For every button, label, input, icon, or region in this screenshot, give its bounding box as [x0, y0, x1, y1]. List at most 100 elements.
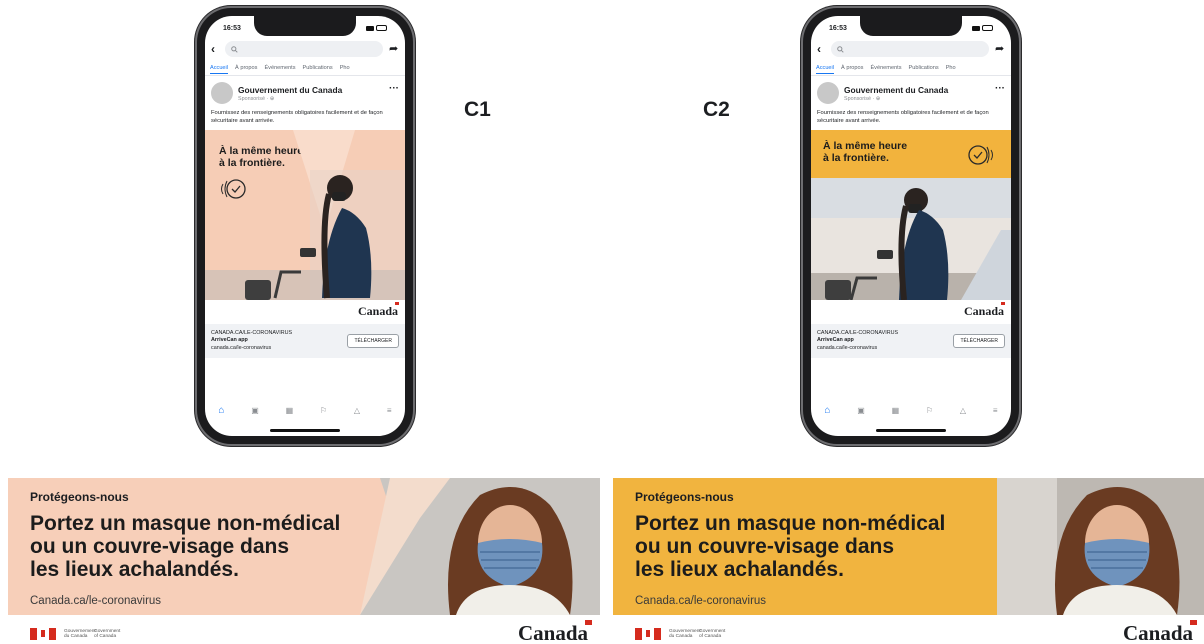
tab-evenements[interactable]: Événements: [870, 65, 901, 71]
masked-woman-photo: [360, 478, 600, 615]
avatar[interactable]: [817, 82, 839, 104]
ad-headline-line: À la même heure: [823, 140, 908, 152]
battery-icon: [376, 25, 387, 31]
traveller-photo: [811, 178, 1011, 300]
ad-creative[interactable]: À la même heure à la frontière.: [811, 130, 1011, 300]
link-domain: CANADA.CA/LE-CORONAVIRUS: [817, 330, 899, 337]
page-tabs: Accueil À propos Événements Publications…: [205, 60, 405, 76]
tab-publications[interactable]: Publications: [303, 65, 333, 71]
page-name[interactable]: Gouvernement du Canada: [238, 85, 384, 95]
post-text: Fournissez des renseignements obligatoir…: [211, 110, 383, 124]
phone-screen: 16:53 ‹ ➦ Accueil À propos Événements Pu…: [205, 16, 405, 436]
phone-mockup-c1: 16:53 ‹ ➦ Accueil À propos Événements Pu…: [197, 8, 413, 444]
phone-notch: [254, 16, 356, 36]
home-icon[interactable]: ⌂: [824, 405, 830, 416]
home-icon[interactable]: ⌂: [218, 405, 224, 416]
banner-footer-c2: Gouvernement du Canada Government of Can…: [613, 618, 1204, 644]
video-icon[interactable]: ▣: [251, 406, 259, 415]
banner-headline-line: les lieux achalandés.: [635, 558, 844, 581]
search-input[interactable]: [831, 41, 989, 57]
bell-icon[interactable]: △: [354, 406, 360, 415]
tab-accueil[interactable]: Accueil: [816, 65, 835, 74]
link-preview[interactable]: CANADA.CA/LE-CORONAVIRUS ArriveCan app c…: [205, 324, 405, 358]
mask-banner-c1: Protégeons-nous Portez un masque non-méd…: [8, 478, 600, 615]
banner-url[interactable]: Canada.ca/le-coronavirus: [635, 595, 766, 607]
canada-flag-icon: [635, 628, 661, 640]
banner-url[interactable]: Canada.ca/le-coronavirus: [30, 595, 161, 607]
facebook-top-bar: ‹ ➦: [811, 38, 1011, 60]
tab-photos[interactable]: Pho: [340, 65, 350, 71]
back-icon[interactable]: ‹: [211, 43, 219, 55]
ad-creative[interactable]: À la même heure à la frontière.: [205, 130, 405, 300]
phone-notch: [860, 16, 962, 36]
canada-wordmark: Canada: [963, 302, 1005, 318]
banner-headline-line: Portez un masque non-médical: [635, 512, 946, 535]
download-button[interactable]: TÉLÉCHARGER: [347, 334, 399, 348]
status-time: 16:53: [223, 24, 241, 32]
government-signature-fr: Gouvernement du Canada: [64, 629, 96, 640]
phone-mockup-c2: 16:53 ‹ ➦ Accueil À propos Événements Pu…: [803, 8, 1019, 444]
tab-a-propos[interactable]: À propos: [841, 65, 863, 71]
masked-woman-photo: [997, 478, 1204, 615]
search-icon: [837, 45, 844, 53]
share-icon[interactable]: ➦: [389, 43, 399, 55]
status-icons: [972, 25, 993, 31]
signal-icon: [972, 25, 980, 31]
link-title: ArriveCan app: [817, 337, 854, 344]
banner-headline-line: les lieux achalandés.: [30, 558, 239, 581]
page-name[interactable]: Gouvernement du Canada: [844, 85, 990, 95]
mask-banner-c2: Protégeons-nous Portez un masque non-méd…: [613, 478, 1204, 615]
banner-headline-line: ou un couvre-visage dans: [635, 535, 895, 558]
tab-photos[interactable]: Pho: [946, 65, 956, 71]
post-text: Fournissez des renseignements obligatoir…: [817, 110, 989, 124]
download-button[interactable]: TÉLÉCHARGER: [953, 334, 1005, 348]
flag-icon[interactable]: ⚐: [320, 406, 327, 415]
battery-icon: [982, 25, 993, 31]
ad-headline-line: à la frontière.: [823, 151, 889, 164]
flag-icon[interactable]: ⚐: [926, 406, 933, 415]
facebook-top-bar: ‹ ➦: [205, 38, 405, 60]
home-indicator: [270, 429, 340, 432]
banner-footer-c1: Gouvernement du Canada Government of Can…: [8, 618, 600, 644]
marketplace-icon[interactable]: ▦: [892, 406, 900, 415]
link-preview[interactable]: CANADA.CA/LE-CORONAVIRUS ArriveCan app c…: [811, 324, 1011, 358]
sponsored-label: Sponsorisé · ⊕: [844, 95, 881, 102]
search-input[interactable]: [225, 41, 383, 57]
government-signature-fr: Gouvernement du Canada: [669, 629, 701, 640]
menu-icon[interactable]: ≡: [387, 406, 392, 415]
more-icon[interactable]: ···: [389, 84, 399, 94]
home-indicator: [876, 429, 946, 432]
variant-label-c2: C2: [703, 98, 730, 121]
more-icon[interactable]: ···: [995, 84, 1005, 94]
menu-icon[interactable]: ≡: [993, 406, 998, 415]
bell-icon[interactable]: △: [960, 406, 966, 415]
tab-a-propos[interactable]: À propos: [235, 65, 257, 71]
banner-kicker: Protégeons-nous: [30, 490, 129, 504]
ad-footer: Canada: [811, 300, 1011, 324]
ad-headline: À la même heure à la frontière.: [823, 140, 908, 164]
status-icons: [366, 25, 387, 31]
link-domain: CANADA.CA/LE-CORONAVIRUS: [211, 330, 293, 337]
banner-headline-line: ou un couvre-visage dans: [30, 535, 290, 558]
canada-wordmark: Canada: [357, 302, 399, 318]
ad-footer: Canada: [205, 300, 405, 324]
variant-label-c1: C1: [464, 98, 491, 121]
tab-publications[interactable]: Publications: [909, 65, 939, 71]
tab-evenements[interactable]: Événements: [264, 65, 295, 71]
marketplace-icon[interactable]: ▦: [286, 406, 294, 415]
avatar[interactable]: [211, 82, 233, 104]
arrivecan-icon: [968, 145, 993, 165]
traveller-photo: [205, 130, 405, 300]
page-tabs: Accueil À propos Événements Publications…: [811, 60, 1011, 76]
signal-icon: [366, 25, 374, 31]
banner-headline: Portez un masque non-médical ou un couvr…: [30, 512, 340, 581]
banner-kicker: Protégeons-nous: [635, 490, 734, 504]
post-header: Gouvernement du Canada Sponsorisé · ⊕ ··…: [811, 76, 1011, 106]
back-icon[interactable]: ‹: [817, 43, 825, 55]
share-icon[interactable]: ➦: [995, 43, 1005, 55]
link-url: canada.ca/le-coronavirus: [817, 344, 878, 351]
search-icon: [231, 45, 238, 53]
tab-accueil[interactable]: Accueil: [210, 65, 229, 74]
video-icon[interactable]: ▣: [857, 406, 865, 415]
post-header: Gouvernement du Canada Sponsorisé · ⊕ ··…: [205, 76, 405, 106]
